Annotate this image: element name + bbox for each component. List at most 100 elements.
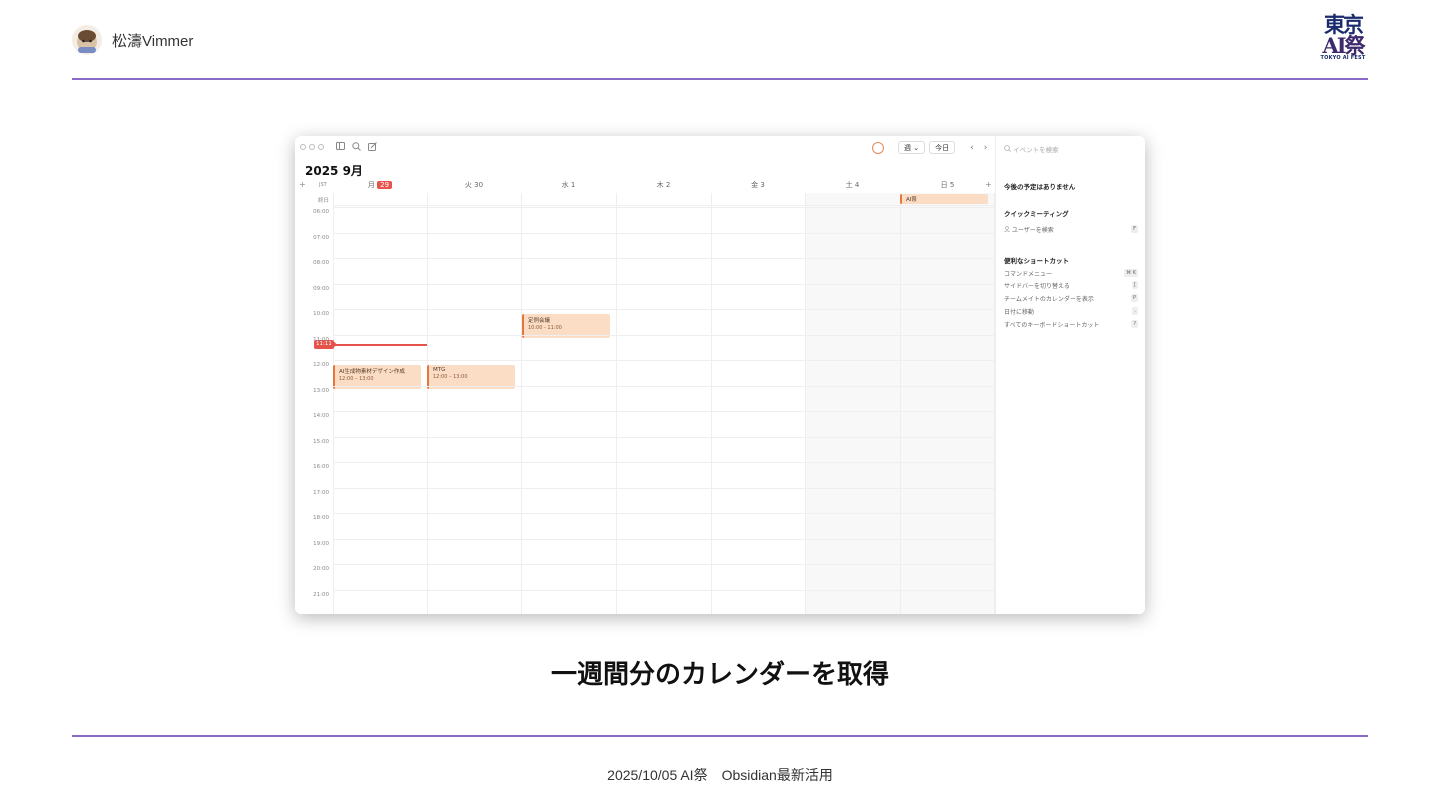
shortcut-row[interactable]: すべてのキーボードショートカット ? bbox=[1004, 320, 1138, 330]
toolbar-right: 週 ⌄ 今日 ‹ › bbox=[872, 141, 990, 154]
today-button[interactable]: 今日 bbox=[929, 141, 956, 154]
hour-label: 13:00 bbox=[313, 387, 329, 394]
shortcut-row[interactable]: 日付に移動 . bbox=[1004, 307, 1138, 317]
sidebar-toggle-icon[interactable] bbox=[336, 142, 345, 153]
hour-gridline bbox=[333, 207, 995, 208]
shortcut-label: サイドバーを切り替える bbox=[1004, 283, 1070, 290]
day-header-mon[interactable]: 月 29 bbox=[333, 180, 427, 192]
month-title: 2025 9月 bbox=[305, 164, 363, 178]
event-title: 定例会議 bbox=[528, 318, 551, 324]
allday-label: 終日 bbox=[317, 198, 329, 204]
event-title: MTG bbox=[433, 367, 446, 373]
window-close-control[interactable] bbox=[300, 144, 306, 150]
allday-event-block[interactable]: AI祭 bbox=[900, 194, 988, 204]
event-time: 12:00 – 13:00 bbox=[339, 376, 374, 382]
compose-icon[interactable] bbox=[368, 142, 377, 154]
hour-gridline bbox=[333, 564, 995, 565]
hour-label: 10:00 bbox=[313, 311, 329, 317]
day-header-thu[interactable]: 木 2 bbox=[616, 180, 711, 192]
week-grid[interactable] bbox=[333, 193, 995, 614]
hour-label: 18:00 bbox=[313, 515, 329, 521]
hour-label: 17:00 bbox=[313, 489, 329, 496]
hour-gridline bbox=[333, 436, 995, 438]
shortcut-row[interactable]: サイドバーを切り替える [ bbox=[1004, 281, 1138, 291]
hour-label: 21:00 bbox=[313, 591, 329, 598]
shortcut-key: F bbox=[1131, 225, 1138, 233]
shortcut-label: すべてのキーボードショートカット bbox=[1004, 322, 1100, 329]
shortcut-key: . bbox=[1132, 307, 1138, 315]
shortcut-label: コマンドメニュー bbox=[1004, 271, 1053, 278]
hour-gridline bbox=[333, 513, 995, 514]
hour-gridline bbox=[333, 411, 995, 412]
slide-caption: 一週間分のカレンダーを取得 bbox=[550, 660, 889, 690]
event-time: 10:00 - 11:00 bbox=[528, 325, 562, 331]
view-select-button[interactable]: 週 ⌄ bbox=[898, 141, 926, 154]
quick-meeting-heading: クイックミーティング bbox=[1004, 210, 1069, 218]
shortcut-key: ⌘ K bbox=[1124, 269, 1138, 277]
next-week-button[interactable]: › bbox=[981, 143, 991, 153]
hour-label: 11:00 bbox=[313, 336, 329, 343]
hour-gridline bbox=[333, 589, 995, 591]
notification-icon[interactable] bbox=[872, 141, 884, 154]
hour-gridline bbox=[333, 487, 995, 489]
event-title: AI祭 bbox=[906, 197, 917, 203]
day-header-sat[interactable]: 土 4 bbox=[805, 180, 900, 192]
column-divider bbox=[427, 193, 428, 614]
prev-week-button[interactable]: ‹ bbox=[967, 143, 977, 153]
shortcut-label: チームメイトのカレンダーを表示 bbox=[1004, 296, 1094, 303]
shortcut-row[interactable]: コマンドメニュー ⌘ K bbox=[1004, 269, 1138, 279]
column-divider bbox=[900, 193, 901, 614]
shortcut-key: P bbox=[1130, 294, 1138, 302]
add-timezone-button[interactable]: + bbox=[299, 180, 306, 189]
hour-label: 15:00 bbox=[313, 438, 329, 445]
user-search-label: ユーザーを検索 bbox=[1011, 227, 1054, 234]
event-logo: 東京 AI祭 TOKYO AI FEST bbox=[1318, 14, 1368, 68]
hour-label: 12:00 bbox=[313, 362, 329, 368]
day-header-sun[interactable]: 日 5 bbox=[900, 180, 995, 192]
user-icon bbox=[1004, 226, 1012, 234]
day-header-wed[interactable]: 水 1 bbox=[521, 180, 616, 192]
allday-divider bbox=[333, 205, 995, 206]
event-time: 12:00 – 13:00 bbox=[433, 374, 468, 380]
slide-header: 松濤Vimmer 東京 AI祭 TOKYO AI FEST bbox=[72, 14, 1368, 80]
bottom-divider bbox=[72, 735, 1368, 737]
event-title: AI生成物素材デザイン作成 bbox=[339, 369, 405, 375]
column-divider bbox=[521, 193, 522, 614]
slide-footer: 2025/10/05 AI祭 Obsidian最新活用 bbox=[607, 767, 833, 783]
user-search-row[interactable]: ユーザーを検索 F bbox=[1004, 225, 1138, 235]
shortcut-row[interactable]: チームメイトのカレンダーを表示 P bbox=[1004, 294, 1138, 304]
hour-gridline bbox=[333, 538, 995, 540]
shortcuts-heading: 便利なショートカット bbox=[1004, 257, 1069, 265]
hour-label: 20:00 bbox=[313, 566, 329, 572]
no-upcoming-label: 今後の予定はありません bbox=[1004, 183, 1076, 191]
shortcut-key: ? bbox=[1131, 320, 1138, 328]
hour-label: 08:00 bbox=[313, 260, 329, 266]
window-zoom-control[interactable] bbox=[318, 144, 324, 150]
day-header-label: 月 bbox=[367, 181, 375, 189]
search-icon bbox=[1004, 145, 1011, 152]
hour-gridline bbox=[333, 334, 995, 336]
avatar bbox=[72, 25, 102, 55]
hour-gridline bbox=[333, 258, 995, 259]
logo-line2: AI祭 bbox=[1322, 33, 1365, 58]
hour-gridline bbox=[333, 462, 995, 463]
shortcut-label: 日付に移動 bbox=[1004, 309, 1035, 316]
day-header-tue[interactable]: 火 30 bbox=[427, 180, 521, 192]
current-time-line bbox=[333, 344, 427, 346]
timezone-label: JST bbox=[319, 182, 327, 188]
logo-subtitle: TOKYO AI FEST bbox=[1320, 55, 1366, 61]
hour-gridline bbox=[333, 360, 995, 361]
hour-label: 16:00 bbox=[313, 464, 329, 470]
search-placeholder: イベントを検索 bbox=[1013, 146, 1059, 154]
hour-gridline bbox=[333, 232, 995, 234]
calendar-sidebar: イベントを検索 今後の予定はありません クイックミーティング ユーザーを検索 F… bbox=[995, 136, 1145, 614]
author-block: 松濤Vimmer bbox=[72, 24, 193, 56]
author-name: 松濤Vimmer bbox=[112, 32, 194, 50]
hour-label: 14:00 bbox=[313, 413, 329, 419]
event-search-input[interactable]: イベントを検索 bbox=[1004, 144, 1059, 154]
column-divider bbox=[711, 193, 712, 614]
search-icon[interactable] bbox=[352, 142, 361, 154]
hour-label: 19:00 bbox=[313, 540, 329, 547]
window-minimize-control[interactable] bbox=[309, 144, 315, 150]
day-header-fri[interactable]: 金 3 bbox=[711, 180, 805, 192]
